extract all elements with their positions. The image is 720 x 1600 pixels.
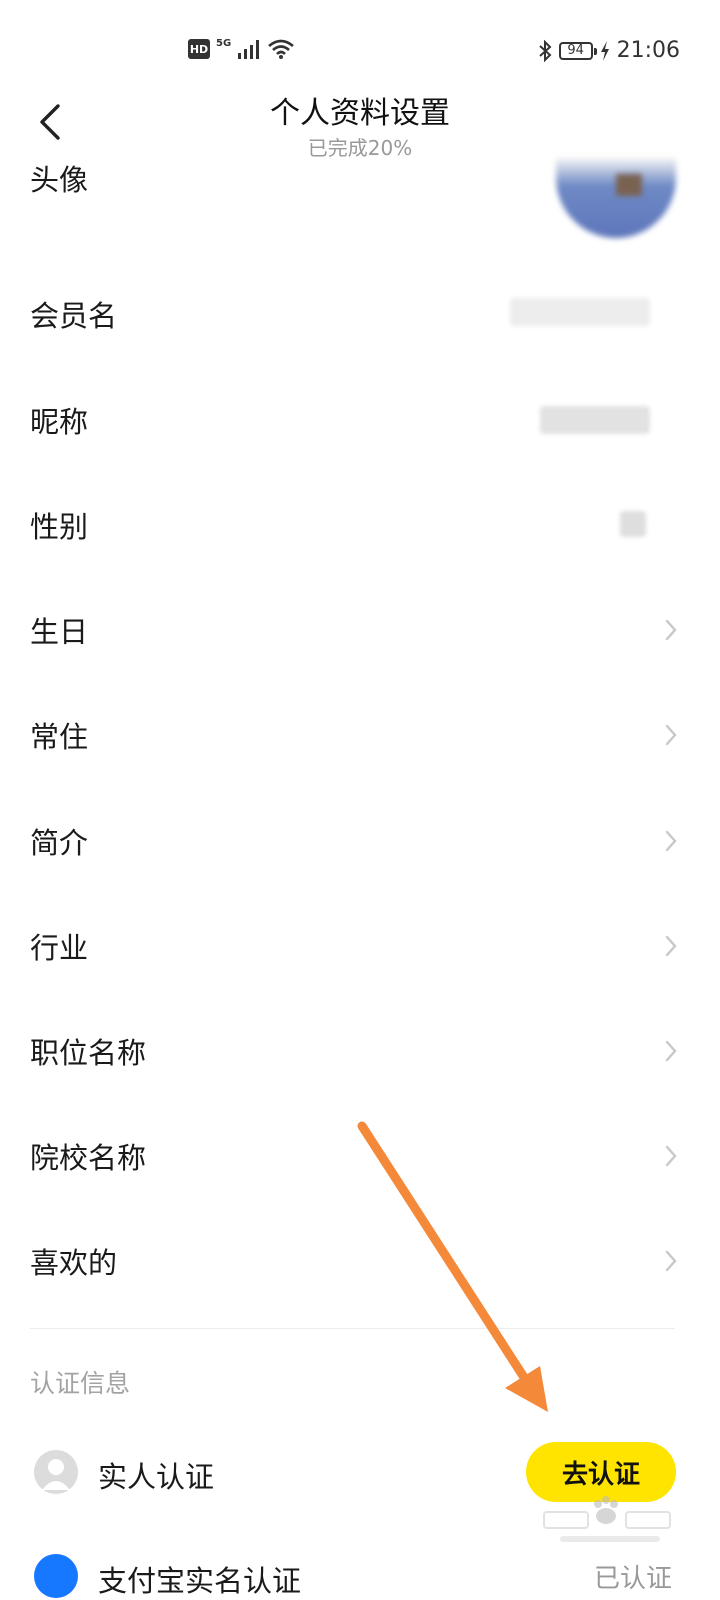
row-avatar-label: 头像 (30, 163, 89, 197)
alipay-verification-status: 已认证 (593, 1564, 672, 1594)
real-person-verification-label: 实人认证 (98, 1460, 215, 1494)
alipay-icon (34, 1554, 78, 1598)
row-likes-label: 喜欢的 (30, 1246, 118, 1280)
section-divider (30, 1328, 675, 1329)
alipay-verification-label: 支付宝实名认证 (98, 1564, 302, 1598)
chevron-right-icon (665, 1250, 677, 1272)
chevron-right-icon (665, 1145, 677, 1167)
charging-icon (600, 40, 609, 61)
row-school[interactable]: 院校名称 (0, 1104, 720, 1208)
avatar-image (556, 158, 676, 238)
row-position[interactable]: 职位名称 (0, 999, 720, 1103)
nickname-value-blurred (540, 406, 650, 434)
chevron-right-icon (665, 935, 677, 957)
row-position-label: 职位名称 (30, 1036, 147, 1070)
row-nickname-label: 昵称 (30, 405, 89, 439)
network-label: 5G (216, 37, 232, 49)
person-icon (34, 1450, 78, 1494)
row-gender[interactable]: 性别 (0, 473, 720, 577)
row-industry[interactable]: 行业 (0, 894, 720, 998)
bluetooth-icon (538, 39, 552, 62)
row-likes[interactable]: 喜欢的 (0, 1209, 720, 1313)
row-gender-label: 性别 (30, 510, 89, 544)
status-bar-right: 94 21:06 (537, 38, 680, 63)
section-title-verification: 认证信息 (30, 1369, 131, 1398)
signal-icon (238, 40, 260, 59)
row-bio-label: 简介 (30, 826, 89, 860)
row-birthday-label: 生日 (30, 615, 89, 649)
chevron-right-icon (665, 724, 677, 746)
row-alipay-verification[interactable]: 支付宝实名认证 已认证 (0, 1540, 720, 1600)
row-residence-label: 常住 (30, 720, 89, 754)
row-school-label: 院校名称 (30, 1141, 147, 1175)
avatar[interactable] (556, 158, 676, 238)
row-birthday[interactable]: 生日 (0, 578, 720, 682)
status-bar-left: HD 5G (188, 38, 295, 60)
clock: 21:06 (616, 38, 680, 63)
row-residence[interactable]: 常住 (0, 683, 720, 787)
row-member-name[interactable]: 会员名 (0, 262, 720, 366)
member-name-value-blurred (510, 298, 650, 326)
chevron-right-icon (665, 619, 677, 641)
gender-value-blurred (620, 511, 646, 537)
battery-icon: 94 (558, 41, 597, 60)
baidu-watermark-logo (543, 1496, 671, 1542)
row-member-name-label: 会员名 (30, 299, 118, 333)
wifi-icon (268, 39, 295, 59)
row-industry-label: 行业 (30, 931, 89, 965)
row-nickname[interactable]: 昵称 (0, 368, 720, 472)
hd-badge: HD (188, 39, 210, 59)
chevron-right-icon (665, 1040, 677, 1062)
row-bio[interactable]: 简介 (0, 789, 720, 893)
chevron-right-icon (665, 830, 677, 852)
avatar-image-detail (616, 174, 642, 196)
page-title: 个人资料设置 (270, 96, 450, 131)
